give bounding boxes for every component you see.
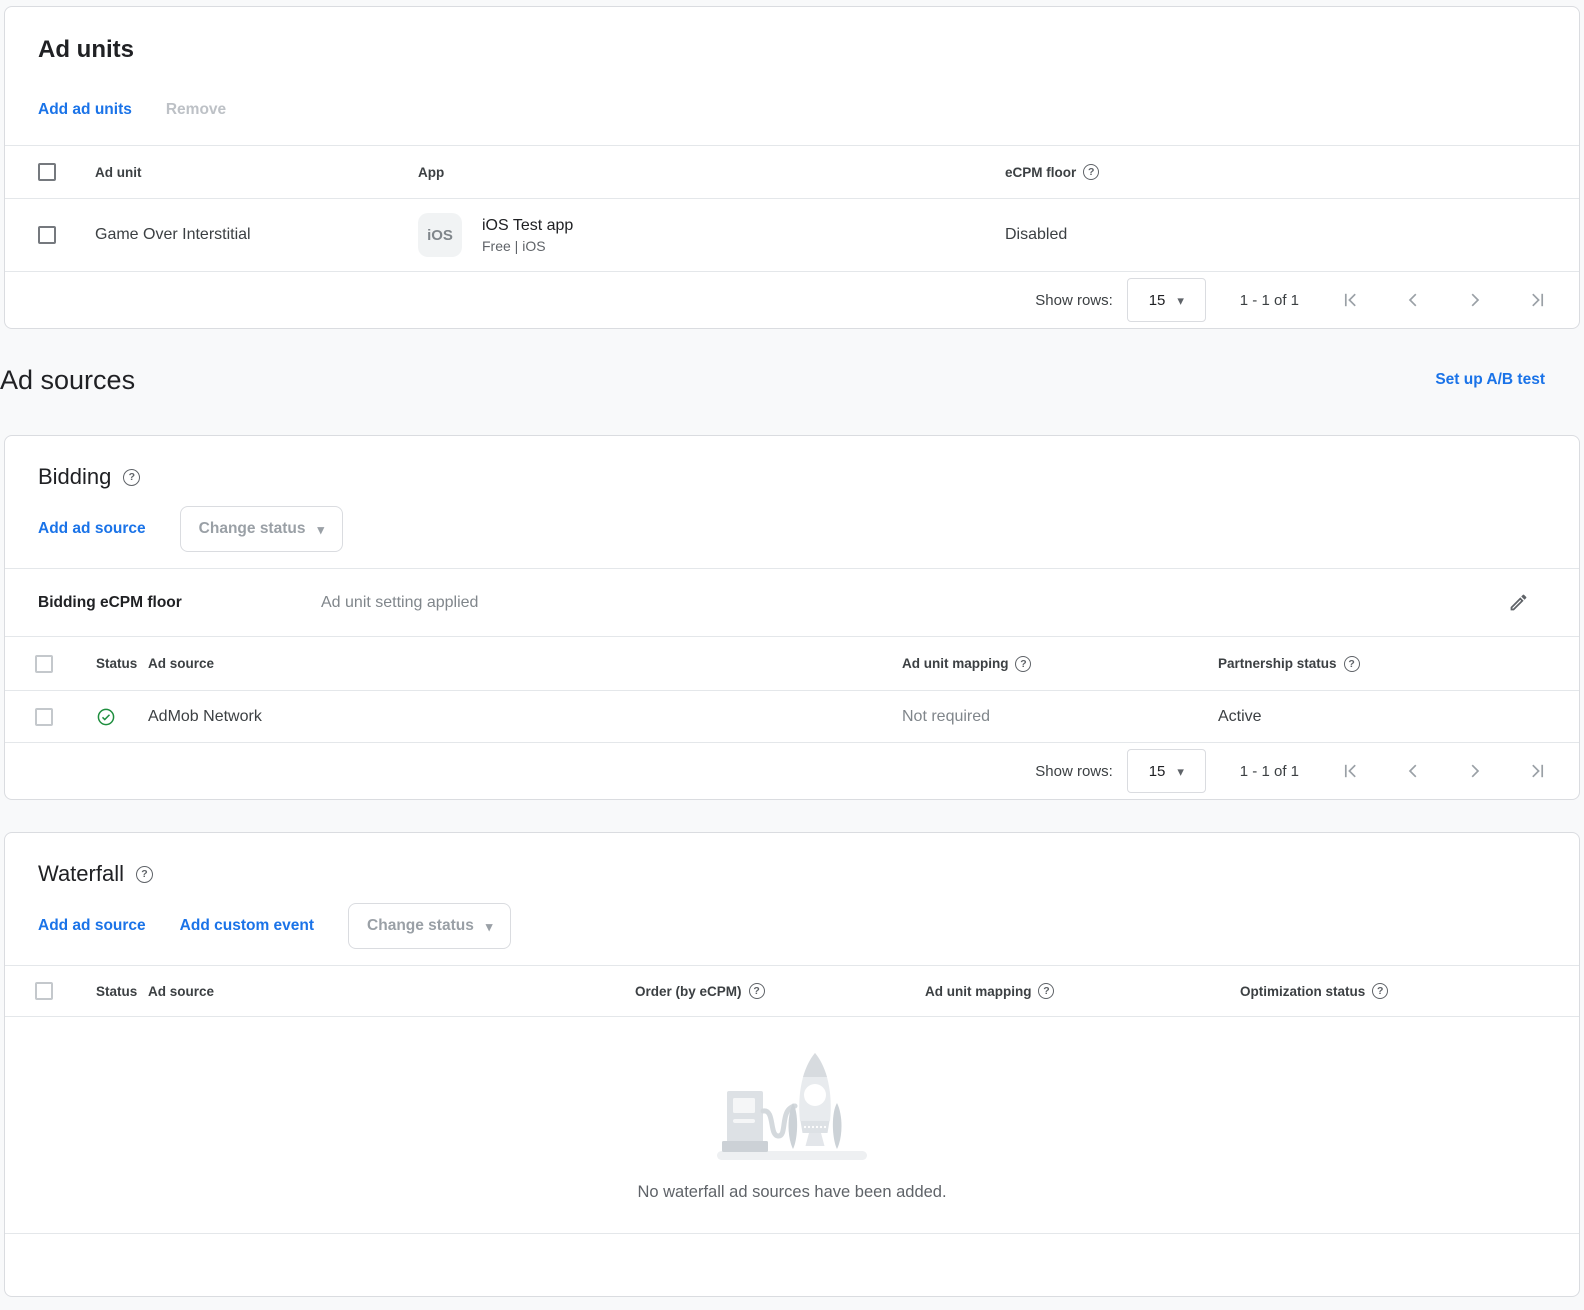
- previous-page-button[interactable]: [1401, 288, 1425, 312]
- waterfall-title: Waterfall ?: [5, 833, 1579, 887]
- last-page-button[interactable]: [1525, 288, 1549, 312]
- partnership-status-value: Active: [1218, 708, 1579, 726]
- pagination-range: 1 - 1 of 1: [1240, 763, 1299, 780]
- chevron-down-icon: ▾: [1177, 294, 1184, 307]
- ad-units-pagination: Show rows: 15 ▾ 1 - 1 of 1: [5, 271, 1579, 328]
- waterfall-table-header: Status Ad source Order (by eCPM) ? Ad un…: [5, 965, 1579, 1016]
- show-rows-label: Show rows:: [1035, 763, 1113, 780]
- column-header-ecpm-floor: eCPM floor ?: [1005, 164, 1579, 180]
- row-checkbox[interactable]: [38, 226, 56, 244]
- previous-page-icon: [1401, 288, 1425, 312]
- edit-icon: [1508, 592, 1529, 613]
- select-all-bidding-checkbox[interactable]: [35, 655, 53, 673]
- column-header-order: Order (by eCPM) ?: [635, 983, 925, 999]
- first-page-icon: [1339, 288, 1363, 312]
- column-header-optimization-status: Optimization status ?: [1240, 983, 1579, 999]
- next-page-icon: [1463, 288, 1487, 312]
- column-header-ad-unit-mapping: Ad unit mapping ?: [902, 656, 1218, 672]
- select-all-waterfall-checkbox[interactable]: [35, 982, 53, 1000]
- ios-app-icon: iOS: [418, 213, 462, 257]
- bidding-add-ad-source-button[interactable]: Add ad source: [38, 520, 146, 538]
- first-page-button[interactable]: [1339, 759, 1363, 783]
- ad-source-name: AdMob Network: [148, 708, 902, 726]
- add-ad-units-button[interactable]: Add ad units: [38, 101, 132, 119]
- waterfall-change-status-button[interactable]: Change status ▾: [348, 903, 511, 949]
- previous-page-button[interactable]: [1401, 759, 1425, 783]
- ad-sources-section-header: Ad sources Set up A/B test: [0, 351, 1584, 409]
- column-header-status: Status: [80, 656, 148, 671]
- select-all-ad-units-checkbox[interactable]: [38, 163, 56, 181]
- pagination-range: 1 - 1 of 1: [1240, 292, 1299, 309]
- page: Ad units Add ad units Remove Ad unit App…: [0, 0, 1584, 1297]
- active-status-icon: [80, 707, 148, 727]
- bidding-ecpm-floor-value: Ad unit setting applied: [321, 594, 1506, 612]
- waterfall-empty-message: No waterfall ad sources have been added.: [637, 1183, 946, 1202]
- column-header-ad-unit-mapping: Ad unit mapping ?: [925, 983, 1240, 999]
- help-icon[interactable]: ?: [749, 983, 765, 999]
- remove-button[interactable]: Remove: [166, 101, 226, 119]
- previous-page-icon: [1401, 759, 1425, 783]
- help-icon[interactable]: ?: [1083, 164, 1099, 180]
- ecpm-floor-value: Disabled: [1005, 226, 1579, 244]
- bidding-ecpm-floor-row: Bidding eCPM floor Ad unit setting appli…: [5, 568, 1579, 636]
- bidding-card: Bidding ? Add ad source Change status ▾ …: [4, 435, 1580, 800]
- edit-bidding-ecpm-floor-button[interactable]: [1506, 590, 1531, 615]
- ad-units-card: Ad units Add ad units Remove Ad unit App…: [4, 6, 1580, 329]
- next-page-icon: [1463, 759, 1487, 783]
- last-page-icon: [1525, 759, 1549, 783]
- bidding-pagination: Show rows: 15 ▾ 1 - 1 of 1: [5, 742, 1579, 799]
- last-page-icon: [1525, 288, 1549, 312]
- next-page-button[interactable]: [1463, 288, 1487, 312]
- waterfall-empty-state: No waterfall ad sources have been added.: [5, 1016, 1579, 1234]
- rows-per-page-select[interactable]: 15 ▾: [1127, 749, 1206, 793]
- add-custom-event-button[interactable]: Add custom event: [180, 917, 314, 935]
- column-header-app: App: [418, 165, 1005, 180]
- waterfall-footer: [5, 1234, 1579, 1296]
- ad-unit-table-row[interactable]: Game Over Interstitial iOS iOS Test app …: [5, 198, 1579, 271]
- waterfall-toolbar: Add ad source Add custom event Change st…: [5, 903, 1579, 965]
- ad-unit-mapping-value: Not required: [902, 708, 1218, 726]
- help-icon[interactable]: ?: [1015, 656, 1031, 672]
- column-header-ad-source: Ad source: [148, 656, 902, 671]
- waterfall-card: Waterfall ? Add ad source Add custom eve…: [4, 832, 1580, 1297]
- help-icon[interactable]: ?: [1344, 656, 1360, 672]
- bidding-toolbar: Add ad source Change status ▾: [5, 506, 1579, 568]
- chevron-down-icon: ▾: [486, 920, 493, 933]
- rocket-fuel-pump-illustration: [717, 1051, 867, 1163]
- bidding-title: Bidding ?: [5, 436, 1579, 490]
- next-page-button[interactable]: [1463, 759, 1487, 783]
- last-page-button[interactable]: [1525, 759, 1549, 783]
- chevron-down-icon: ▾: [1177, 765, 1184, 778]
- waterfall-add-ad-source-button[interactable]: Add ad source: [38, 917, 146, 935]
- first-page-button[interactable]: [1339, 288, 1363, 312]
- ad-sources-title: Ad sources: [0, 365, 135, 396]
- setup-ab-test-link[interactable]: Set up A/B test: [1435, 371, 1545, 389]
- help-icon[interactable]: ?: [1372, 983, 1388, 999]
- row-checkbox[interactable]: [35, 708, 53, 726]
- chevron-down-icon: ▾: [317, 523, 324, 536]
- bidding-change-status-button[interactable]: Change status ▾: [180, 506, 343, 552]
- ad-unit-name: Game Over Interstitial: [95, 226, 418, 244]
- ad-units-toolbar: Add ad units Remove: [5, 101, 1579, 145]
- column-header-ad-source: Ad source: [148, 984, 635, 999]
- help-icon[interactable]: ?: [136, 866, 153, 883]
- help-icon[interactable]: ?: [1038, 983, 1054, 999]
- bidding-table-header: Status Ad source Ad unit mapping ? Partn…: [5, 636, 1579, 690]
- column-header-ad-unit: Ad unit: [95, 165, 418, 180]
- show-rows-label: Show rows:: [1035, 292, 1113, 309]
- rows-per-page-select[interactable]: 15 ▾: [1127, 278, 1206, 322]
- ad-units-title: Ad units: [5, 7, 1579, 63]
- first-page-icon: [1339, 759, 1363, 783]
- help-icon[interactable]: ?: [123, 469, 140, 486]
- ad-units-table-header: Ad unit App eCPM floor ?: [5, 145, 1579, 198]
- bidding-table-row[interactable]: AdMob Network Not required Active: [5, 690, 1579, 742]
- column-header-partnership-status: Partnership status ?: [1218, 656, 1579, 672]
- app-meta: Free | iOS: [482, 237, 573, 255]
- bidding-ecpm-floor-label: Bidding eCPM floor: [38, 594, 321, 612]
- column-header-status: Status: [80, 984, 148, 999]
- app-name: iOS Test app: [482, 215, 573, 237]
